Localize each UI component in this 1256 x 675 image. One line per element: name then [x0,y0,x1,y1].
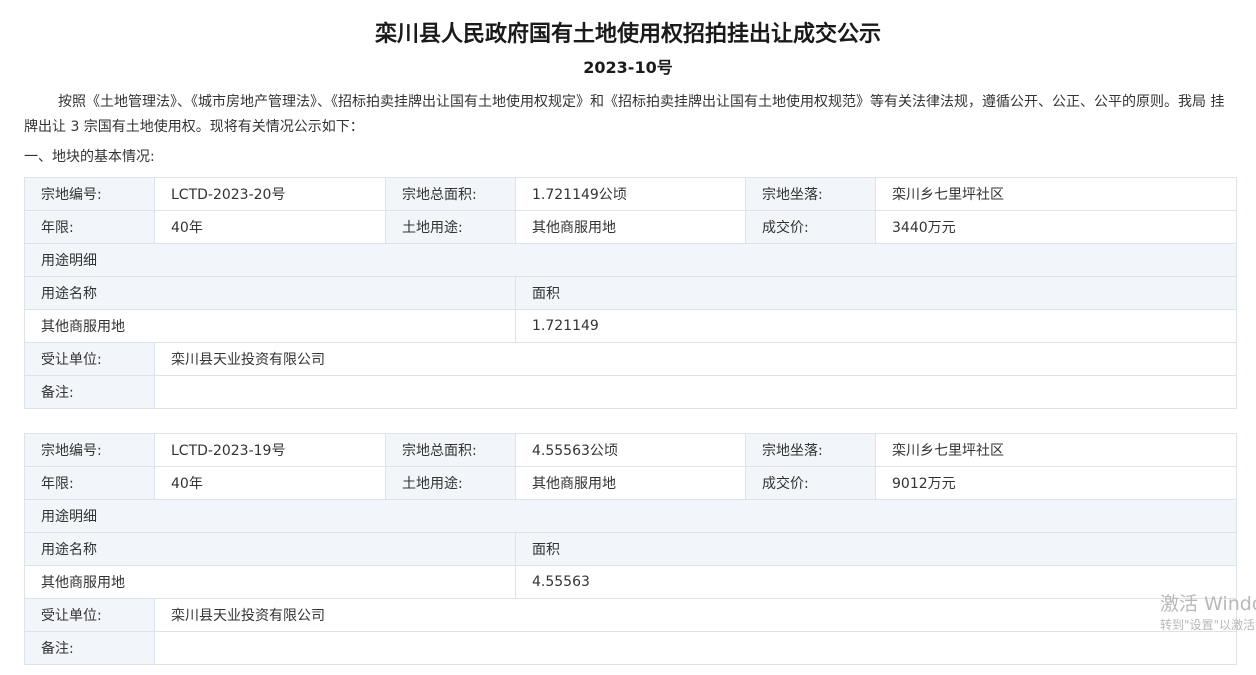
table-row: 用途明细 [24,499,1237,533]
buyer-value: 栾川县天业投资有限公司 [154,598,1237,632]
parcel-no-label: 宗地编号: [24,177,155,211]
table-row: 用途名称 面积 [24,276,1237,310]
land-use-label: 土地用途: [385,210,516,244]
table-row: 受让单位: 栾川县天业投资有限公司 [24,598,1237,632]
area-header: 面积 [515,276,1237,310]
intro-paragraph: 按照《土地管理法》、《城市房地产管理法》、《招标拍卖挂牌出让国有土地使用权规定》… [24,94,1225,135]
use-name-value: 其他商服用地 [24,565,516,599]
total-area-label: 宗地总面积: [385,177,516,211]
price-value: 9012万元 [875,466,1237,500]
table-row: 其他商服用地 4.55563 [24,565,1237,599]
term-label: 年限: [24,210,155,244]
table-row: 受让单位: 栾川县天业投资有限公司 [24,342,1237,376]
parcel-table: 宗地编号: LCTD-2023-20号 宗地总面积: 1.721149公顷 宗地… [24,177,1237,409]
section-heading: 一、地块的基本情况: [24,149,155,165]
remarks-value [154,631,1237,665]
parcel-no-value: LCTD-2023-19号 [154,433,386,467]
location-value: 栾川乡七里坪社区 [875,433,1237,467]
buyer-label: 受让单位: [24,342,155,376]
remarks-label: 备注: [24,375,155,409]
table-row: 其他商服用地 1.721149 [24,309,1237,343]
use-name-header: 用途名称 [24,276,516,310]
term-value: 40年 [154,466,386,500]
table-row: 用途名称 面积 [24,532,1237,566]
use-name-value: 其他商服用地 [24,309,516,343]
use-detail-header: 用途明细 [24,243,1237,277]
total-area-value: 4.55563公顷 [515,433,746,467]
total-area-value: 1.721149公顷 [515,177,746,211]
price-label: 成交价: [745,466,876,500]
location-label: 宗地坐落: [745,177,876,211]
parcel-table: 宗地编号: LCTD-2023-19号 宗地总面积: 4.55563公顷 宗地坐… [24,433,1237,665]
use-name-header: 用途名称 [24,532,516,566]
table-row: 备注: [24,375,1237,409]
term-value: 40年 [154,210,386,244]
table-row: 宗地编号: LCTD-2023-19号 宗地总面积: 4.55563公顷 宗地坐… [24,433,1237,467]
location-label: 宗地坐落: [745,433,876,467]
remarks-value [154,375,1237,409]
document-number: 2023-10号 [583,58,673,77]
land-use-value: 其他商服用地 [515,466,746,500]
watermark-line-1: 激活 Windows [1160,593,1256,615]
price-value: 3440万元 [875,210,1237,244]
watermark-line-2: 转到"设置"以激活 Windows。 [1160,618,1256,632]
location-value: 栾川乡七里坪社区 [875,177,1237,211]
buyer-value: 栾川县天业投资有限公司 [154,342,1237,376]
area-header: 面积 [515,532,1237,566]
table-row: 年限: 40年 土地用途: 其他商服用地 成交价: 3440万元 [24,210,1237,244]
price-label: 成交价: [745,210,876,244]
area-value: 1.721149 [515,309,1237,343]
table-row: 年限: 40年 土地用途: 其他商服用地 成交价: 9012万元 [24,466,1237,500]
use-detail-header: 用途明细 [24,499,1237,533]
term-label: 年限: [24,466,155,500]
land-use-value: 其他商服用地 [515,210,746,244]
buyer-label: 受让单位: [24,598,155,632]
parcel-no-value: LCTD-2023-20号 [154,177,386,211]
remarks-label: 备注: [24,631,155,665]
table-row: 用途明细 [24,243,1237,277]
area-value: 4.55563 [515,565,1237,599]
table-row: 宗地编号: LCTD-2023-20号 宗地总面积: 1.721149公顷 宗地… [24,177,1237,211]
windows-activation-watermark: 激活 Windows 转到"设置"以激活 Windows。 [1160,592,1256,634]
total-area-label: 宗地总面积: [385,433,516,467]
page-title: 栾川县人民政府国有土地使用权招拍挂出让成交公示 [374,22,881,47]
parcel-no-label: 宗地编号: [24,433,155,467]
table-row: 备注: [24,631,1237,665]
land-use-label: 土地用途: [385,466,516,500]
